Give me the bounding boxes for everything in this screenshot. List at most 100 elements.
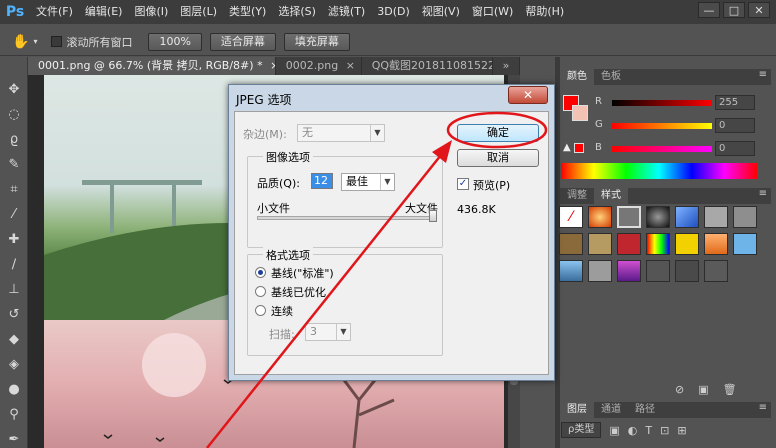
tab-paths[interactable]: 路径: [628, 402, 662, 418]
filter-shape-icon[interactable]: ⊡: [660, 424, 669, 437]
tab-overflow-icon[interactable]: »: [493, 57, 520, 75]
lasso-tool-icon[interactable]: ϱ: [0, 127, 28, 152]
style-swatch[interactable]: [733, 206, 757, 228]
menu-3d[interactable]: 3D(D): [371, 0, 416, 24]
pen-tool-icon[interactable]: ✒: [0, 427, 28, 448]
baseline-optimized-radio[interactable]: [255, 286, 266, 297]
style-swatch[interactable]: [646, 206, 670, 228]
quality-input[interactable]: 12: [311, 173, 333, 189]
style-swatch[interactable]: [588, 233, 612, 255]
blue-value-field[interactable]: 0: [715, 141, 755, 156]
tab-0002-png[interactable]: 0002.png ×: [276, 57, 362, 75]
red-value-field[interactable]: 255: [715, 95, 755, 110]
menu-file[interactable]: 文件(F): [30, 0, 79, 24]
style-swatch[interactable]: [675, 233, 699, 255]
tab-0001-png[interactable]: 0001.png @ 66.7% (背景 拷贝, RGB/8#) * ×: [28, 57, 276, 75]
maximize-button[interactable]: □: [723, 2, 745, 18]
panel-menu-icon[interactable]: ≡: [759, 188, 771, 204]
menu-select[interactable]: 选择(S): [272, 0, 322, 24]
eyedropper-tool-icon[interactable]: ⁄: [0, 202, 28, 227]
matte-select[interactable]: 无 ▼: [297, 124, 385, 142]
scans-select[interactable]: 3 ▼: [305, 323, 351, 341]
close-window-button[interactable]: ✕: [748, 2, 770, 18]
healing-brush-tool-icon[interactable]: ✚: [0, 227, 28, 252]
style-swatch[interactable]: [646, 233, 670, 255]
style-swatch[interactable]: [733, 233, 757, 255]
move-tool-icon[interactable]: ✥: [0, 77, 28, 102]
marquee-tool-icon[interactable]: ◌: [0, 102, 28, 127]
quality-slider-track[interactable]: [257, 216, 435, 220]
zoom-100-button[interactable]: 100%: [148, 32, 202, 51]
tab-swatches[interactable]: 色板: [594, 69, 628, 85]
baseline-optimized-label[interactable]: 基线已优化: [271, 284, 326, 300]
menu-type[interactable]: 类型(Y): [223, 0, 272, 24]
clone-stamp-tool-icon[interactable]: ⊥: [0, 277, 28, 302]
style-swatch[interactable]: [646, 260, 670, 282]
filter-adjustment-icon[interactable]: ◐: [628, 424, 638, 437]
blur-tool-icon[interactable]: ●: [0, 377, 28, 402]
green-value-field[interactable]: 0: [715, 118, 755, 133]
style-swatch-selected[interactable]: [617, 206, 641, 228]
ok-button[interactable]: 确定: [457, 124, 539, 142]
tab-layers[interactable]: 图层: [560, 402, 594, 418]
fit-screen-button[interactable]: 适合屏幕: [209, 32, 276, 51]
panel-menu-icon[interactable]: ≡: [759, 69, 771, 85]
style-swatch[interactable]: [588, 206, 612, 228]
panel-menu-icon[interactable]: ≡: [759, 402, 771, 418]
tab-close-icon[interactable]: ×: [346, 59, 355, 72]
red-channel-slider[interactable]: [612, 100, 712, 106]
crop-tool-icon[interactable]: ⌗: [0, 177, 28, 202]
tab-styles[interactable]: 样式: [594, 188, 628, 204]
menu-view[interactable]: 视图(V): [416, 0, 466, 24]
green-channel-slider[interactable]: [612, 123, 712, 129]
style-swatch[interactable]: [704, 206, 728, 228]
brush-tool-icon[interactable]: ∕: [0, 252, 28, 277]
minimize-button[interactable]: —: [698, 2, 720, 18]
tab-color[interactable]: 颜色: [560, 69, 594, 85]
style-swatch[interactable]: [704, 260, 728, 282]
hand-tool-icon[interactable]: ✋: [12, 34, 29, 50]
style-swatch[interactable]: [588, 260, 612, 282]
dodge-tool-icon[interactable]: ⚲: [0, 402, 28, 427]
filter-type-icon[interactable]: T: [645, 424, 652, 437]
cancel-button[interactable]: 取消: [457, 149, 539, 167]
dialog-close-button[interactable]: ✕: [508, 86, 548, 104]
filter-pixel-icon[interactable]: ▣: [609, 424, 619, 437]
style-swatch[interactable]: [704, 233, 728, 255]
style-swatch[interactable]: [675, 206, 699, 228]
menu-filter[interactable]: 滤镜(T): [322, 0, 371, 24]
menu-image[interactable]: 图像(I): [128, 0, 174, 24]
tab-qq-screenshot[interactable]: QQ截图20181108152204.pn: [362, 57, 493, 75]
progressive-radio[interactable]: [255, 305, 266, 316]
quick-select-tool-icon[interactable]: ✎: [0, 152, 28, 177]
clear-style-icon[interactable]: ⊘: [675, 383, 684, 396]
style-swatch[interactable]: [617, 233, 641, 255]
quality-slider-handle[interactable]: [429, 210, 437, 222]
tool-preset-chevron-icon[interactable]: ▾: [33, 37, 37, 46]
preview-checkbox[interactable]: ✓: [457, 178, 469, 190]
paint-bucket-tool-icon[interactable]: ◈: [0, 352, 28, 377]
style-swatch[interactable]: [617, 260, 641, 282]
baseline-standard-label[interactable]: 基线("标准"): [271, 265, 334, 281]
menu-layer[interactable]: 图层(L): [174, 0, 223, 24]
baseline-standard-radio[interactable]: [255, 267, 266, 278]
out-of-gamut-swatch[interactable]: [574, 143, 584, 153]
filter-smart-object-icon[interactable]: ⊞: [677, 424, 686, 437]
style-swatch[interactable]: [675, 260, 699, 282]
scroll-all-windows-checkbox[interactable]: 滚动所有窗口: [51, 34, 132, 50]
blue-channel-slider[interactable]: [612, 146, 712, 152]
quality-preset-select[interactable]: 最佳 ▼: [341, 173, 395, 191]
layer-filter-select[interactable]: ρ类型: [561, 422, 602, 438]
color-spectrum-bar[interactable]: [561, 163, 757, 179]
tab-channels[interactable]: 通道: [594, 402, 628, 418]
new-style-icon[interactable]: ▣: [698, 383, 708, 396]
preview-label[interactable]: 预览(P): [473, 177, 510, 193]
style-swatch[interactable]: [559, 233, 583, 255]
delete-style-icon[interactable]: 🗑: [723, 383, 737, 396]
fill-screen-button[interactable]: 填充屏幕: [283, 32, 350, 51]
menu-edit[interactable]: 编辑(E): [79, 0, 129, 24]
progressive-label[interactable]: 连续: [271, 303, 293, 319]
style-none-swatch[interactable]: ⁄: [559, 206, 583, 228]
style-swatch[interactable]: [559, 260, 583, 282]
history-brush-tool-icon[interactable]: ↺: [0, 302, 28, 327]
